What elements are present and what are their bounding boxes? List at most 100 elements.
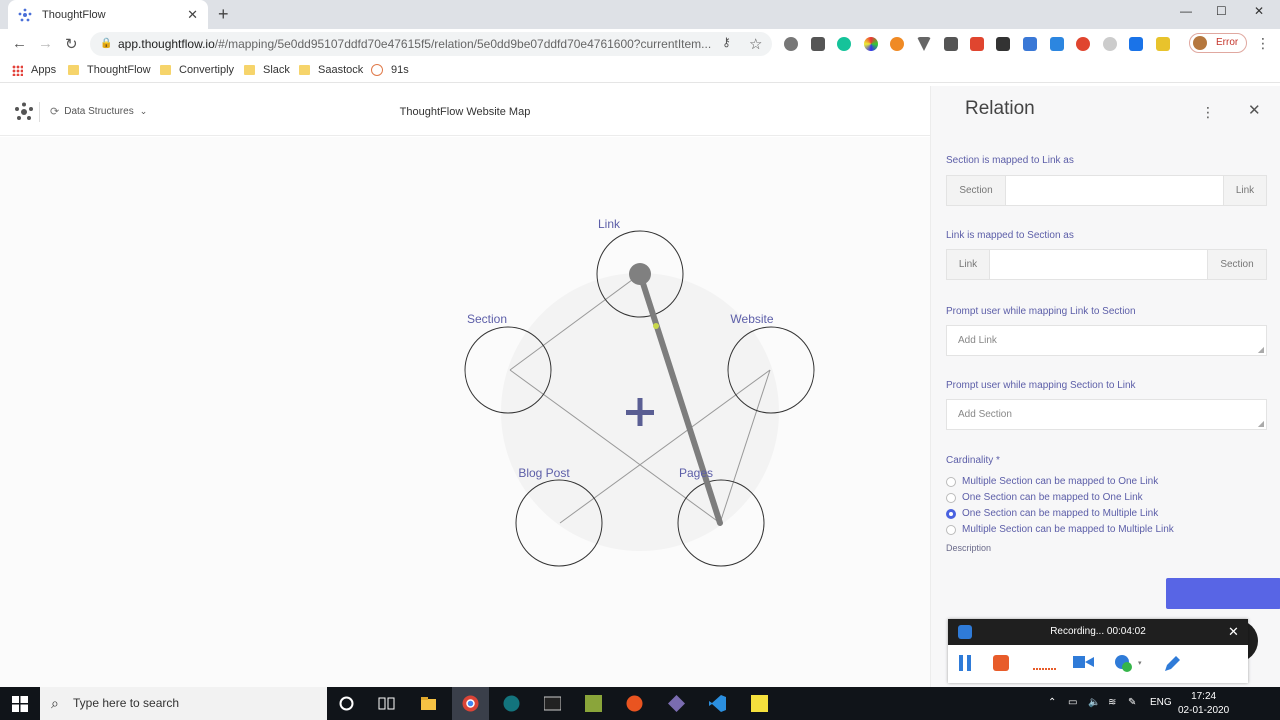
file-explorer-icon[interactable]: [420, 695, 437, 712]
extension-icon[interactable]: [970, 37, 984, 51]
extension-icon[interactable]: [1050, 37, 1064, 51]
graph-canvas[interactable]: Link Section Website Blog Post Pages: [0, 137, 930, 687]
bookmark-label: Apps: [31, 64, 57, 76]
minimize-icon[interactable]: —: [1180, 4, 1192, 18]
link-to-section-input[interactable]: [989, 250, 1208, 279]
section-to-link-input-group: Section Link: [946, 175, 1267, 206]
audio-level-icon[interactable]: [1032, 654, 1058, 672]
extension-icon[interactable]: [996, 37, 1010, 51]
browser-menu-icon[interactable]: ⋮: [1256, 35, 1270, 52]
forward-icon[interactable]: →: [38, 35, 53, 52]
input-addon-right: Link: [1224, 176, 1266, 205]
key-icon[interactable]: ⚷: [722, 35, 731, 49]
radio-label: One Section can be mapped to One Link: [962, 492, 1143, 503]
input-addon-left: Section: [947, 176, 1005, 205]
bookmark-thoughtflow[interactable]: ThoughtFlow: [68, 64, 151, 76]
radio-button-selected[interactable]: [946, 508, 956, 519]
pocket-icon[interactable]: [944, 37, 958, 51]
windows-start-icon[interactable]: [12, 696, 28, 712]
prompt-section-textarea[interactable]: Add Section ◢: [946, 399, 1267, 430]
lock-icon: 🔒: [100, 38, 113, 49]
stop-icon[interactable]: [992, 654, 1010, 672]
radio-button[interactable]: [946, 524, 956, 535]
resize-grip-icon[interactable]: ◢: [1258, 419, 1264, 428]
app-header: ⟳ Data Structures ⌄ ThoughtFlow Website …: [0, 86, 930, 136]
more-options-icon[interactable]: ⋮: [1201, 104, 1215, 121]
extension-icon[interactable]: [890, 37, 904, 51]
zoom-add-icon[interactable]: ▾: [1114, 654, 1144, 674]
extension-icon[interactable]: [811, 37, 825, 51]
bookmark-apps[interactable]: Apps: [12, 64, 56, 76]
cardinality-option-selected[interactable]: One Section can be mapped to Multiple Li…: [946, 508, 1158, 519]
add-node-icon-vertical[interactable]: [637, 398, 643, 426]
link-to-section-input-group: Link Section: [946, 249, 1267, 280]
back-icon[interactable]: ←: [12, 35, 27, 52]
volume-icon[interactable]: 🔈: [1088, 697, 1100, 708]
window-close-icon[interactable]: ✕: [1254, 4, 1264, 18]
cardinality-option[interactable]: Multiple Section can be mapped to One Li…: [946, 476, 1158, 487]
clock[interactable]: 17:24 02-01-2020: [1178, 690, 1229, 718]
clock-time: 17:24: [1191, 691, 1217, 702]
grammarly-icon[interactable]: [837, 37, 851, 51]
new-tab-icon[interactable]: +: [218, 4, 229, 25]
extension-icon[interactable]: [1103, 37, 1117, 51]
maximize-icon[interactable]: ☐: [1216, 4, 1227, 18]
ubuntu-icon[interactable]: [626, 695, 643, 712]
site-icon: [371, 64, 383, 76]
language-indicator[interactable]: ENG: [1150, 697, 1172, 708]
screenshot-icon[interactable]: [1023, 37, 1037, 51]
cardinality-option[interactable]: Multiple Section can be mapped to Multip…: [946, 524, 1174, 535]
bookmark-label: Convertiply: [179, 64, 235, 76]
edge-handle[interactable]: [629, 263, 651, 285]
battery-icon[interactable]: ▭: [1068, 697, 1077, 708]
git-app-icon[interactable]: [668, 695, 685, 712]
search-placeholder: Type here to search: [73, 696, 180, 710]
extension-icon[interactable]: [784, 37, 798, 51]
bookmark-slack[interactable]: Slack: [244, 64, 290, 76]
color-picker-icon[interactable]: [864, 37, 878, 51]
folder-icon: [160, 65, 171, 75]
close-icon[interactable]: ✕: [1248, 101, 1261, 119]
terminal-icon[interactable]: [544, 695, 561, 712]
thoughtflow-favicon-icon: [18, 8, 32, 21]
profile-button[interactable]: Error: [1189, 33, 1247, 53]
extension-icon[interactable]: [917, 37, 931, 51]
pen-icon[interactable]: [1162, 654, 1182, 674]
prompt-link-label: Prompt user while mapping Link to Sectio…: [946, 306, 1136, 317]
bookmark-convertiply[interactable]: Convertiply: [160, 64, 234, 76]
extension-icon[interactable]: [1129, 37, 1143, 51]
section-to-link-input[interactable]: [1005, 176, 1224, 205]
extension-icon[interactable]: [1076, 37, 1090, 51]
bookmark-star-icon[interactable]: ☆: [749, 35, 762, 53]
close-icon[interactable]: ✕: [1228, 624, 1239, 640]
bookmark-91s[interactable]: 91s: [371, 64, 409, 76]
taskbar-search-input[interactable]: ⌕ Type here to search: [40, 687, 327, 720]
pen-workspace-icon[interactable]: ✎: [1128, 697, 1136, 708]
task-view-icon[interactable]: [378, 695, 395, 712]
save-button[interactable]: [1166, 578, 1280, 609]
tray-chevron-icon[interactable]: ⌃: [1048, 697, 1056, 708]
radio-button[interactable]: [946, 476, 956, 487]
bookmark-saastock[interactable]: Saastock: [299, 64, 363, 76]
pause-icon[interactable]: [958, 654, 972, 672]
lambda-app-icon[interactable]: [585, 695, 602, 712]
browser-tab[interactable]: ThoughtFlow ✕: [8, 0, 208, 29]
input-addon-left: Link: [947, 250, 989, 279]
radio-button[interactable]: [946, 492, 956, 503]
radio-label: One Section can be mapped to Multiple Li…: [962, 508, 1159, 519]
extension-icon[interactable]: [1156, 37, 1170, 51]
resize-grip-icon[interactable]: ◢: [1258, 345, 1264, 354]
address-bar[interactable]: 🔒 app.thoughtflow.io/#/mapping/5e0dd9510…: [90, 32, 772, 56]
tab-title: ThoughtFlow: [42, 8, 106, 21]
webcam-icon[interactable]: [1072, 654, 1098, 674]
tab-close-icon[interactable]: ✕: [187, 7, 198, 23]
cortana-icon[interactable]: [338, 695, 355, 712]
gitkraken-icon[interactable]: [503, 695, 520, 712]
prompt-link-textarea[interactable]: Add Link ◢: [946, 325, 1267, 356]
reload-icon[interactable]: ↻: [65, 35, 78, 53]
vscode-icon[interactable]: [709, 695, 726, 712]
chrome-icon[interactable]: [462, 695, 479, 712]
wifi-icon[interactable]: ≋: [1108, 697, 1116, 708]
cardinality-option[interactable]: One Section can be mapped to One Link: [946, 492, 1143, 503]
sticky-notes-icon[interactable]: [751, 695, 768, 712]
